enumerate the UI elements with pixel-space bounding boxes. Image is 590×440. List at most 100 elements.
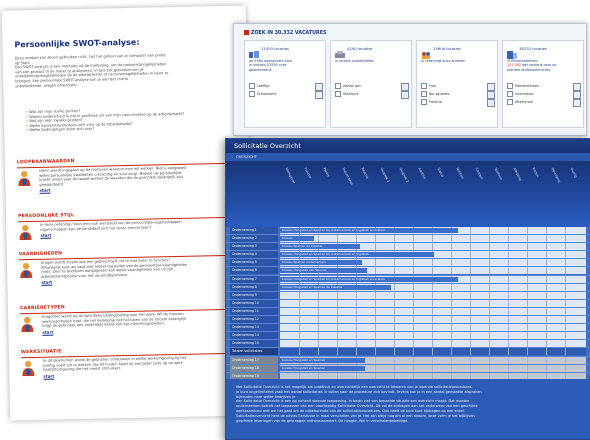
vacancy-description-line: in locatie opleidinsfiles <box>335 59 374 63</box>
dropdown-icon[interactable] <box>315 83 323 91</box>
dropdown-icon[interactable] <box>573 91 581 99</box>
description-line: Met Sollicitatie Overzicht is het mogeli… <box>236 385 473 389</box>
checkbox[interactable] <box>335 91 341 97</box>
row-label: Onderneming 12 <box>230 316 278 324</box>
table-row[interactable]: Onderneming 3 bureau Sparren de kwestie <box>226 243 590 252</box>
column-header[interactable]: Opvolging <box>550 167 561 183</box>
column-header[interactable]: Overig <box>569 167 577 178</box>
table-row[interactable]: Onderneming 5 bureau Sparren ondernemers <box>226 259 590 268</box>
filter-option[interactable]: Provinsi <box>421 99 495 107</box>
table-row[interactable]: Onderneming 18 bureau Hoogvliet en Sparre… <box>226 364 590 373</box>
row-entry: bureau Hoogvliet en Sparren <box>280 357 365 363</box>
checkbox[interactable] <box>249 91 255 97</box>
table-row[interactable]: Onderneming 6 bureau Hoogvliet van Sparre… <box>226 267 590 276</box>
filter-option[interactable]: Aantal gen <box>335 83 409 91</box>
column-header[interactable]: Telefoon <box>493 167 503 181</box>
vacancy-count[interactable]: 11493 locaties <box>261 46 289 51</box>
row-label: Onderneming 15 <box>230 340 278 348</box>
dropdown-icon[interactable] <box>487 99 495 107</box>
row-cells <box>280 307 586 315</box>
column-header[interactable]: Reden <box>531 167 539 178</box>
dropdown-icon[interactable] <box>487 91 495 99</box>
application-overview-window: Sollicitatie Overzicht OVERZICHT Werkgev… <box>225 138 590 440</box>
filter-option[interactable]: Mensentemen <box>507 83 581 91</box>
section-body: Erogemen wordt op de specifieke belangst… <box>42 311 232 335</box>
table-row[interactable]: Onderneming 17 bureau Hoogvliet en Sparre… <box>226 356 590 365</box>
checkbox[interactable] <box>249 83 255 89</box>
section-body: In dit deelnemen wordt de gebruiker scha… <box>43 355 233 379</box>
document-title: Persoonlijke SWOT-analyse: <box>14 37 140 50</box>
document-intro: Deze module kan alleen gebruiken richt, … <box>15 52 238 89</box>
swot-question-list: Wat zijn mijn sterke punten?Waarin onder… <box>26 106 226 133</box>
vacancy-columns: 11493 locaties op 9564 werkgevers slaa in … <box>244 40 584 128</box>
row-entry: bureau <box>280 236 315 242</box>
table-row[interactable]: Onderneming 12 <box>226 316 590 325</box>
filter-option[interactable]: Internatieo <box>507 91 581 99</box>
dropdown-icon[interactable] <box>573 99 581 107</box>
filter-option[interactable]: Leeftijd <box>249 83 323 91</box>
vacancy-count[interactable]: 38232 locaties <box>519 46 547 51</box>
checkbox[interactable] <box>507 83 513 89</box>
row-label: Onderneming 8 <box>230 283 278 291</box>
table-row[interactable]: Onderneming 11 <box>226 307 590 317</box>
dropdown-icon[interactable] <box>573 83 581 91</box>
column-header[interactable]: Afwijzing <box>512 167 522 181</box>
section-werksituatie: WERKSITUATIE In dit deelnemen wordt de ge… <box>20 345 245 379</box>
column-header[interactable]: Functie <box>303 167 312 179</box>
column-header[interactable]: Contact <box>474 167 483 180</box>
filter-option[interactable]: Startsyrs <box>335 91 409 99</box>
table-row[interactable]: Onderneming 7 bureau Hoogvliet en Sparren… <box>226 275 590 284</box>
table-row[interactable]: Onderneming 9 <box>226 291 590 300</box>
checkbox[interactable] <box>507 99 513 105</box>
column-header[interactable]: Plaats <box>322 167 330 177</box>
row-entry: bureau Hoogvliet van Sparren <box>280 268 368 274</box>
checkbox[interactable] <box>507 91 513 97</box>
column-header[interactable]: Reactie <box>360 167 369 179</box>
vacancy-description-line: geselecteerd. <box>249 67 273 72</box>
checkbox[interactable] <box>421 99 427 105</box>
table-row[interactable]: Onderneming 14 <box>226 332 590 341</box>
checkbox[interactable] <box>421 91 427 97</box>
column-header[interactable]: Gesprek 1 <box>379 167 390 183</box>
checkbox[interactable] <box>421 83 427 89</box>
dropdown-icon[interactable] <box>487 83 495 91</box>
filter-option[interactable]: Aftertyraal <box>507 99 581 107</box>
row-label: Onderneming 13 <box>230 324 278 332</box>
table-row[interactable]: Onderneming 10 <box>226 299 590 308</box>
filter-option[interactable]: Bio-sausdes <box>421 91 495 99</box>
person-icon <box>18 224 32 241</box>
vacancy-count[interactable]: 15606 locaties <box>433 46 461 51</box>
table-row[interactable]: Onderneming 8 bureau Hoogvliet en Sparren… <box>226 283 590 292</box>
filter-option[interactable]: Foto <box>421 83 495 91</box>
column-header[interactable]: Notities <box>455 167 464 180</box>
table-row[interactable]: Onderneming 1 bureau Hoogvliet en Sparren… <box>226 227 590 236</box>
table-row[interactable]: Totalen sollicitaties <box>226 348 590 357</box>
row-cells <box>280 332 586 340</box>
row-entry: bureau Sparren ondernemers <box>280 260 363 266</box>
column-header[interactable]: Gesprek 2 <box>398 167 409 183</box>
overview-tab[interactable]: OVERZICHT <box>226 153 590 161</box>
dropdown-icon[interactable] <box>401 91 409 99</box>
table-row[interactable]: Onderneming 4 bureau Hoogvliet en Sparren… <box>226 251 590 260</box>
column-header[interactable]: Status <box>436 167 444 178</box>
vacancy-description-line: in rekeningt onkz anderen <box>421 59 466 63</box>
table-row[interactable]: Onderneming 15 <box>226 340 590 349</box>
table-row[interactable]: Onderneming 13 <box>226 324 590 333</box>
filter-option[interactable]: Schoolwerk <box>249 91 323 99</box>
filter-option-label: Aftertyraal <box>515 100 533 104</box>
dropdown-icon[interactable] <box>315 91 323 99</box>
filter-options: Foto Bio-sausdes Provinsi <box>421 83 495 107</box>
vacancy-count[interactable]: 4290 locaties <box>347 46 373 51</box>
column-header[interactable]: Datum brief <box>341 167 354 186</box>
row-cells <box>280 235 586 243</box>
checkbox[interactable] <box>335 83 341 89</box>
row-label: Onderneming 3 <box>230 243 278 251</box>
bookmark-icon <box>507 44 517 59</box>
vacancy-description: in locatie opleidinsfiles <box>335 59 409 63</box>
column-header[interactable]: Werkgever <box>284 167 296 184</box>
table-row[interactable]: Onderneming 2 bureau <box>226 235 590 244</box>
row-label: Onderneming 1 <box>230 227 278 234</box>
dropdown-icon[interactable] <box>401 83 409 91</box>
section-carri-retypen: CARRIÈRETYPEN Erogemen wordt op de specif… <box>19 301 245 335</box>
column-header[interactable]: Aanbod <box>417 167 426 180</box>
